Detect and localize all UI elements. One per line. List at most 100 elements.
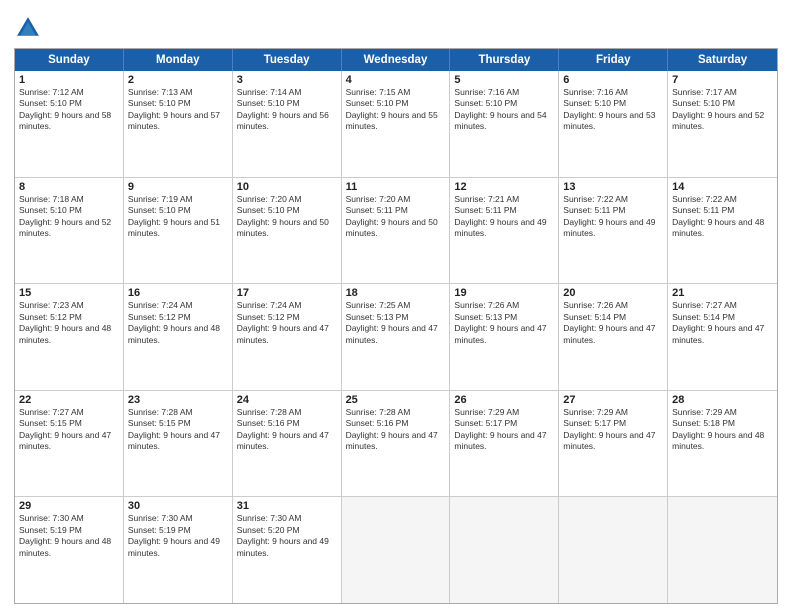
cell-info: Sunrise: 7:27 AM Sunset: 5:15 PM Dayligh…	[19, 407, 119, 453]
header-day-monday: Monday	[124, 49, 233, 71]
cell-info: Sunrise: 7:24 AM Sunset: 5:12 PM Dayligh…	[237, 300, 337, 346]
cal-cell: 3Sunrise: 7:14 AM Sunset: 5:10 PM Daylig…	[233, 71, 342, 177]
cal-cell: 13Sunrise: 7:22 AM Sunset: 5:11 PM Dayli…	[559, 178, 668, 284]
cell-info: Sunrise: 7:29 AM Sunset: 5:18 PM Dayligh…	[672, 407, 773, 453]
cal-cell: 20Sunrise: 7:26 AM Sunset: 5:14 PM Dayli…	[559, 284, 668, 390]
cell-info: Sunrise: 7:18 AM Sunset: 5:10 PM Dayligh…	[19, 194, 119, 240]
cal-cell: 31Sunrise: 7:30 AM Sunset: 5:20 PM Dayli…	[233, 497, 342, 603]
cell-info: Sunrise: 7:28 AM Sunset: 5:16 PM Dayligh…	[237, 407, 337, 453]
cal-cell: 11Sunrise: 7:20 AM Sunset: 5:11 PM Dayli…	[342, 178, 451, 284]
cell-info: Sunrise: 7:28 AM Sunset: 5:15 PM Dayligh…	[128, 407, 228, 453]
day-number: 23	[128, 394, 228, 406]
calendar-body: 1Sunrise: 7:12 AM Sunset: 5:10 PM Daylig…	[15, 71, 777, 603]
day-number: 6	[563, 74, 663, 86]
cell-info: Sunrise: 7:12 AM Sunset: 5:10 PM Dayligh…	[19, 87, 119, 133]
day-number: 15	[19, 287, 119, 299]
cell-info: Sunrise: 7:30 AM Sunset: 5:19 PM Dayligh…	[128, 513, 228, 559]
day-number: 28	[672, 394, 773, 406]
cell-info: Sunrise: 7:24 AM Sunset: 5:12 PM Dayligh…	[128, 300, 228, 346]
day-number: 31	[237, 500, 337, 512]
day-number: 22	[19, 394, 119, 406]
cal-cell: 17Sunrise: 7:24 AM Sunset: 5:12 PM Dayli…	[233, 284, 342, 390]
cell-info: Sunrise: 7:29 AM Sunset: 5:17 PM Dayligh…	[454, 407, 554, 453]
day-number: 20	[563, 287, 663, 299]
cal-cell: 24Sunrise: 7:28 AM Sunset: 5:16 PM Dayli…	[233, 391, 342, 497]
day-number: 5	[454, 74, 554, 86]
day-number: 26	[454, 394, 554, 406]
cal-cell: 9Sunrise: 7:19 AM Sunset: 5:10 PM Daylig…	[124, 178, 233, 284]
cell-info: Sunrise: 7:30 AM Sunset: 5:19 PM Dayligh…	[19, 513, 119, 559]
cell-info: Sunrise: 7:19 AM Sunset: 5:10 PM Dayligh…	[128, 194, 228, 240]
cal-cell: 4Sunrise: 7:15 AM Sunset: 5:10 PM Daylig…	[342, 71, 451, 177]
cal-row-1: 8Sunrise: 7:18 AM Sunset: 5:10 PM Daylig…	[15, 178, 777, 285]
header-day-friday: Friday	[559, 49, 668, 71]
header-day-saturday: Saturday	[668, 49, 777, 71]
day-number: 25	[346, 394, 446, 406]
cell-info: Sunrise: 7:13 AM Sunset: 5:10 PM Dayligh…	[128, 87, 228, 133]
cal-cell: 12Sunrise: 7:21 AM Sunset: 5:11 PM Dayli…	[450, 178, 559, 284]
day-number: 11	[346, 181, 446, 193]
cal-cell: 29Sunrise: 7:30 AM Sunset: 5:19 PM Dayli…	[15, 497, 124, 603]
day-number: 7	[672, 74, 773, 86]
cal-row-0: 1Sunrise: 7:12 AM Sunset: 5:10 PM Daylig…	[15, 71, 777, 178]
cal-row-3: 22Sunrise: 7:27 AM Sunset: 5:15 PM Dayli…	[15, 391, 777, 498]
cal-cell	[559, 497, 668, 603]
cal-row-2: 15Sunrise: 7:23 AM Sunset: 5:12 PM Dayli…	[15, 284, 777, 391]
page: SundayMondayTuesdayWednesdayThursdayFrid…	[0, 0, 792, 612]
cell-info: Sunrise: 7:22 AM Sunset: 5:11 PM Dayligh…	[563, 194, 663, 240]
calendar: SundayMondayTuesdayWednesdayThursdayFrid…	[14, 48, 778, 604]
day-number: 21	[672, 287, 773, 299]
cell-info: Sunrise: 7:29 AM Sunset: 5:17 PM Dayligh…	[563, 407, 663, 453]
cell-info: Sunrise: 7:20 AM Sunset: 5:11 PM Dayligh…	[346, 194, 446, 240]
cell-info: Sunrise: 7:30 AM Sunset: 5:20 PM Dayligh…	[237, 513, 337, 559]
day-number: 10	[237, 181, 337, 193]
cal-cell: 19Sunrise: 7:26 AM Sunset: 5:13 PM Dayli…	[450, 284, 559, 390]
day-number: 24	[237, 394, 337, 406]
cell-info: Sunrise: 7:16 AM Sunset: 5:10 PM Dayligh…	[563, 87, 663, 133]
cal-cell: 8Sunrise: 7:18 AM Sunset: 5:10 PM Daylig…	[15, 178, 124, 284]
cal-cell: 28Sunrise: 7:29 AM Sunset: 5:18 PM Dayli…	[668, 391, 777, 497]
calendar-header: SundayMondayTuesdayWednesdayThursdayFrid…	[15, 49, 777, 71]
cal-cell: 23Sunrise: 7:28 AM Sunset: 5:15 PM Dayli…	[124, 391, 233, 497]
day-number: 29	[19, 500, 119, 512]
cal-cell: 14Sunrise: 7:22 AM Sunset: 5:11 PM Dayli…	[668, 178, 777, 284]
logo-icon	[14, 14, 42, 42]
cell-info: Sunrise: 7:14 AM Sunset: 5:10 PM Dayligh…	[237, 87, 337, 133]
day-number: 2	[128, 74, 228, 86]
day-number: 4	[346, 74, 446, 86]
day-number: 9	[128, 181, 228, 193]
day-number: 12	[454, 181, 554, 193]
cal-cell	[668, 497, 777, 603]
header-day-wednesday: Wednesday	[342, 49, 451, 71]
cal-cell: 5Sunrise: 7:16 AM Sunset: 5:10 PM Daylig…	[450, 71, 559, 177]
day-number: 13	[563, 181, 663, 193]
day-number: 14	[672, 181, 773, 193]
cell-info: Sunrise: 7:23 AM Sunset: 5:12 PM Dayligh…	[19, 300, 119, 346]
cell-info: Sunrise: 7:27 AM Sunset: 5:14 PM Dayligh…	[672, 300, 773, 346]
cal-cell: 2Sunrise: 7:13 AM Sunset: 5:10 PM Daylig…	[124, 71, 233, 177]
cal-cell: 1Sunrise: 7:12 AM Sunset: 5:10 PM Daylig…	[15, 71, 124, 177]
cell-info: Sunrise: 7:28 AM Sunset: 5:16 PM Dayligh…	[346, 407, 446, 453]
day-number: 3	[237, 74, 337, 86]
cell-info: Sunrise: 7:22 AM Sunset: 5:11 PM Dayligh…	[672, 194, 773, 240]
cal-cell: 22Sunrise: 7:27 AM Sunset: 5:15 PM Dayli…	[15, 391, 124, 497]
cell-info: Sunrise: 7:26 AM Sunset: 5:13 PM Dayligh…	[454, 300, 554, 346]
cal-cell	[342, 497, 451, 603]
cell-info: Sunrise: 7:21 AM Sunset: 5:11 PM Dayligh…	[454, 194, 554, 240]
cal-cell: 16Sunrise: 7:24 AM Sunset: 5:12 PM Dayli…	[124, 284, 233, 390]
cal-cell: 30Sunrise: 7:30 AM Sunset: 5:19 PM Dayli…	[124, 497, 233, 603]
cal-row-4: 29Sunrise: 7:30 AM Sunset: 5:19 PM Dayli…	[15, 497, 777, 603]
cal-cell	[450, 497, 559, 603]
day-number: 1	[19, 74, 119, 86]
cell-info: Sunrise: 7:15 AM Sunset: 5:10 PM Dayligh…	[346, 87, 446, 133]
day-number: 17	[237, 287, 337, 299]
cell-info: Sunrise: 7:17 AM Sunset: 5:10 PM Dayligh…	[672, 87, 773, 133]
cal-cell: 6Sunrise: 7:16 AM Sunset: 5:10 PM Daylig…	[559, 71, 668, 177]
logo	[14, 14, 46, 42]
header-day-tuesday: Tuesday	[233, 49, 342, 71]
day-number: 19	[454, 287, 554, 299]
cal-cell: 10Sunrise: 7:20 AM Sunset: 5:10 PM Dayli…	[233, 178, 342, 284]
header	[14, 10, 778, 42]
cal-cell: 7Sunrise: 7:17 AM Sunset: 5:10 PM Daylig…	[668, 71, 777, 177]
day-number: 30	[128, 500, 228, 512]
